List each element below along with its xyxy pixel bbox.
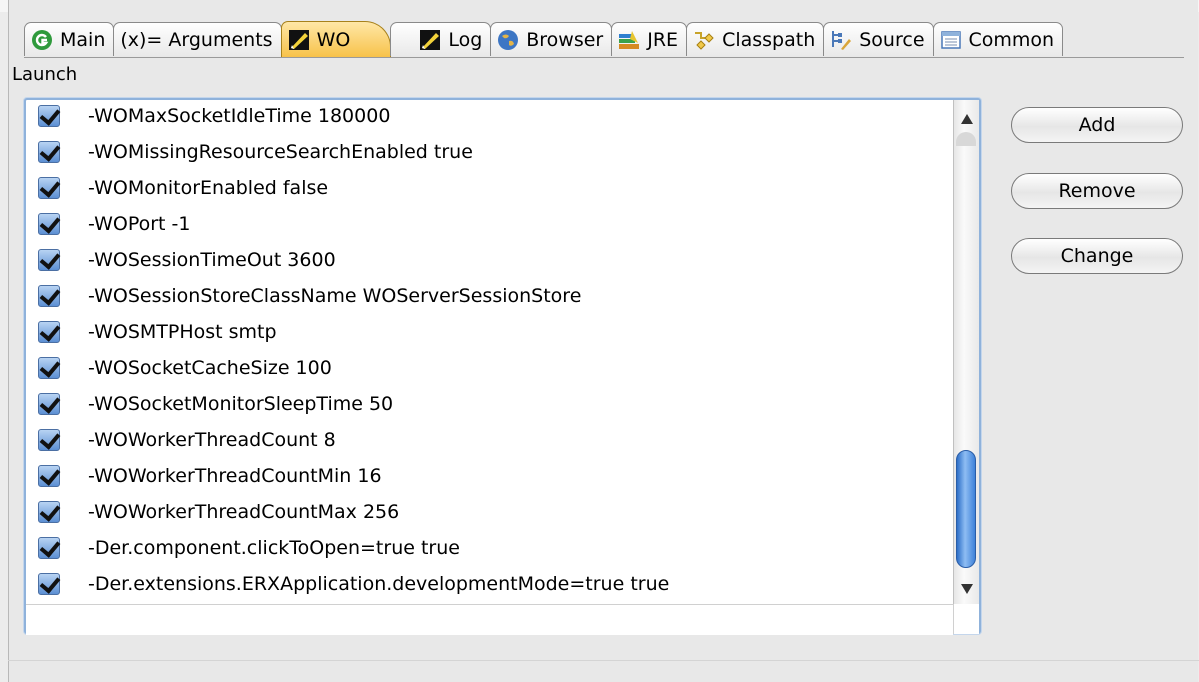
checkbox[interactable] <box>38 537 60 559</box>
scroll-up-arrow-icon[interactable] <box>961 114 973 124</box>
argument-text: -WOWorkerThreadCountMin 16 <box>88 465 382 487</box>
list-item[interactable]: -Der.component.clickToOpen=true true <box>26 530 953 566</box>
tab-label: WO <box>316 28 351 51</box>
argument-text: -WOPort -1 <box>88 213 191 235</box>
checkbox[interactable] <box>38 105 60 127</box>
tab-wo[interactable]: WO <box>280 21 392 57</box>
vertical-scrollbar[interactable] <box>953 100 979 604</box>
tab-divider <box>24 57 1184 58</box>
scroll-track-cap <box>956 132 976 146</box>
argument-text: -WOMonitorEnabled false <box>88 177 329 199</box>
argument-text: -Der.extensions.ERXApplication.developme… <box>88 573 670 595</box>
argument-text: -Der.component.clickToOpen=true true <box>88 537 460 559</box>
add-button[interactable]: Add <box>1011 107 1183 143</box>
list-item[interactable]: -Der.extensions.ERXApplication.developme… <box>26 566 953 602</box>
tab-browser[interactable]: Browser <box>490 22 613 56</box>
tab-main[interactable]: Main <box>24 22 115 56</box>
scroll-down-arrow-icon[interactable] <box>961 584 973 594</box>
list-item[interactable]: -WOPort -1 <box>26 206 953 242</box>
list-item[interactable]: -WOMaxSocketIdleTime 180000 <box>26 100 953 134</box>
argument-text: -WOMissingResourceSearchEnabled true <box>88 141 473 163</box>
source-icon <box>830 29 852 51</box>
tab-label: Classpath <box>722 28 816 51</box>
launch-arguments-list[interactable]: -WOMaxSocketIdleTime 180000 -WOMissingRes… <box>24 98 981 635</box>
tab-label: JRE <box>647 28 679 51</box>
panel-bottom-divider <box>8 660 1199 661</box>
checkbox[interactable] <box>38 429 60 451</box>
wo-icon <box>288 29 310 51</box>
common-icon <box>940 29 962 51</box>
main-launch-icon <box>31 29 53 51</box>
globe-icon <box>497 29 519 51</box>
tab-common[interactable]: Common <box>932 22 1064 56</box>
list-item[interactable]: -WOSMTPHost smtp <box>26 314 953 350</box>
list-rows: -WOMaxSocketIdleTime 180000 -WOMissingRes… <box>26 100 953 604</box>
checkbox[interactable] <box>38 285 60 307</box>
checkbox[interactable] <box>38 465 60 487</box>
tab-bar: Main (x)= Arguments WO Log Browser JRE C… <box>24 21 1064 58</box>
argument-text: -WOSMTPHost smtp <box>88 321 277 343</box>
list-item[interactable]: -WOSocketCacheSize 100 <box>26 350 953 386</box>
checkbox[interactable] <box>38 501 60 523</box>
change-button[interactable]: Change <box>1011 238 1183 274</box>
checkbox[interactable] <box>38 573 60 595</box>
checkbox[interactable] <box>38 213 60 235</box>
tab-label: Main <box>60 28 106 51</box>
list-item[interactable]: -WOMonitorEnabled false <box>26 170 953 206</box>
checkbox[interactable] <box>38 249 60 271</box>
tab-label: Browser <box>526 28 604 51</box>
argument-text: -WOSessionStoreClassName WOServerSession… <box>88 285 582 307</box>
tab-arguments[interactable]: (x)= Arguments <box>113 22 282 56</box>
list-item[interactable]: -WOWorkerThreadCountMin 16 <box>26 458 953 494</box>
argument-text: -WOMaxSocketIdleTime 180000 <box>88 105 391 127</box>
list-item[interactable]: -WOMissingResourceSearchEnabled true <box>26 134 953 170</box>
list-item[interactable]: -WOSocketMonitorSleepTime 50 <box>26 386 953 422</box>
tab-source[interactable]: Source <box>823 22 934 56</box>
argument-text: -WOWorkerThreadCountMax 256 <box>88 501 400 523</box>
tab-jre[interactable]: JRE <box>611 22 688 56</box>
remove-button[interactable]: Remove <box>1011 173 1183 209</box>
log-icon <box>419 29 441 51</box>
jre-icon <box>618 29 640 51</box>
scroll-corner <box>953 604 979 634</box>
scroll-thumb[interactable] <box>956 450 976 568</box>
tab-log[interactable]: Log <box>390 22 492 56</box>
argument-text: -WOSocketCacheSize 100 <box>88 357 332 379</box>
argument-text: -WOSessionTimeOut 3600 <box>88 249 336 271</box>
tab-label: (x)= Arguments <box>120 28 273 51</box>
list-item[interactable]: -WOSessionTimeOut 3600 <box>26 242 953 278</box>
tab-label: Common <box>968 28 1055 51</box>
argument-text: -WOWorkerThreadCount 8 <box>88 429 336 451</box>
section-label: Launch <box>12 64 78 85</box>
list-footer-blank <box>26 604 953 635</box>
checkbox[interactable] <box>38 141 60 163</box>
checkbox[interactable] <box>38 357 60 379</box>
argument-text: -WOSocketMonitorSleepTime 50 <box>88 393 394 415</box>
classpath-icon <box>693 29 715 51</box>
list-item[interactable]: -WOWorkerThreadCount 8 <box>26 422 953 458</box>
tab-label: Source <box>859 28 925 51</box>
tab-classpath[interactable]: Classpath <box>686 22 825 56</box>
tab-label: Log <box>448 28 483 51</box>
checkbox[interactable] <box>38 177 60 199</box>
checkbox[interactable] <box>38 321 60 343</box>
list-item[interactable]: -WOSessionStoreClassName WOServerSession… <box>26 278 953 314</box>
checkbox[interactable] <box>38 393 60 415</box>
list-item[interactable]: -WOWorkerThreadCountMax 256 <box>26 494 953 530</box>
